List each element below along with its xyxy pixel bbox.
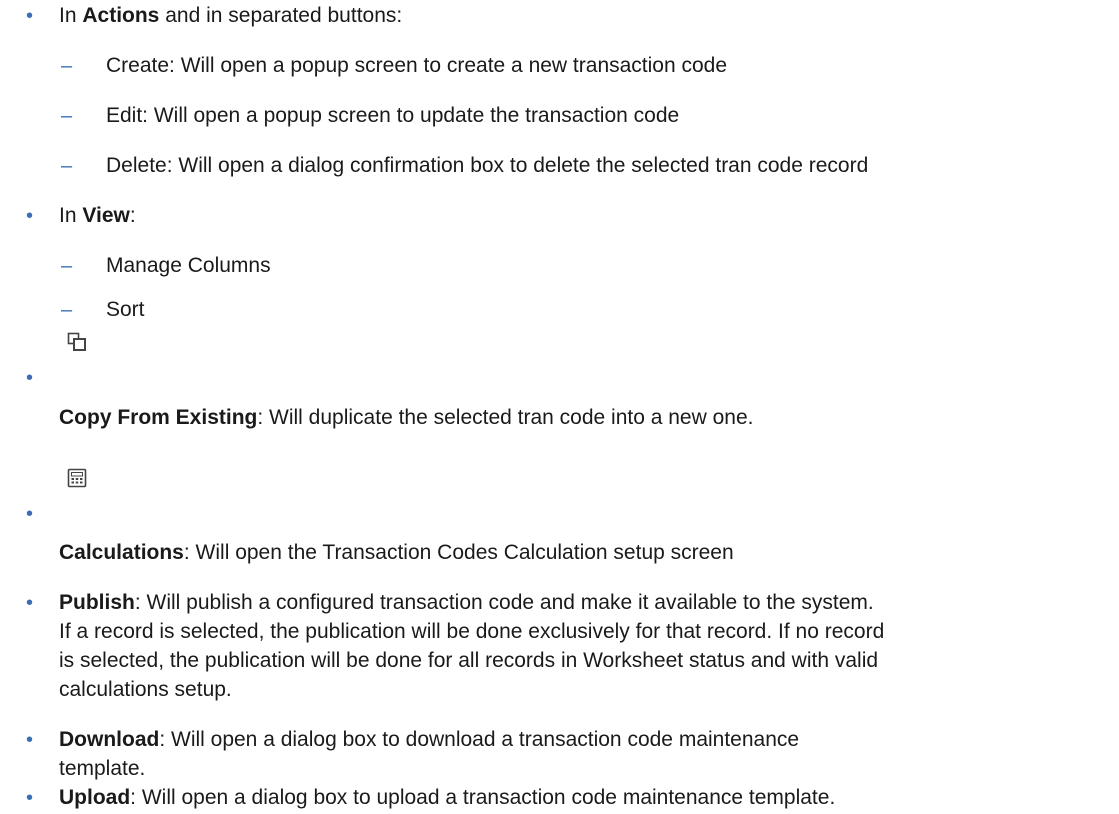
view-prefix: In: [59, 204, 83, 227]
copy-description: Copy From Existing: Will duplicate the s…: [59, 406, 753, 430]
dash-bullet: –: [61, 155, 73, 177]
create-text: Create: Will open a popup screen to crea…: [106, 54, 728, 77]
dash-bullet: –: [61, 105, 73, 127]
dash-bullet: –: [61, 55, 73, 77]
upload-text: : Will open a dialog box to upload a tra…: [130, 786, 836, 809]
calculations-label: Calculations: [59, 541, 184, 564]
manage-columns-text: Manage Columns: [106, 254, 271, 277]
bullet: •: [26, 729, 34, 751]
publish-text-line-4: calculations setup.: [59, 678, 232, 701]
dash-bullet: –: [61, 255, 73, 277]
publish-text-line-2: If a record is selected, the publication…: [59, 620, 885, 643]
edit-text: Edit: Will open a popup screen to update…: [106, 104, 680, 127]
bullet: •: [26, 503, 34, 525]
document-body: • In Actions and in separated buttons: –…: [0, 0, 1119, 814]
bullet: •: [26, 592, 34, 614]
sort-text: Sort: [106, 298, 145, 321]
download-label: Download: [59, 728, 160, 751]
calculations-description: Calculations: Will open the Transaction …: [59, 541, 734, 565]
view-suffix: :: [129, 204, 136, 227]
bullet: •: [26, 5, 34, 27]
dash-bullet: –: [61, 299, 73, 321]
view-label: View: [82, 204, 130, 227]
download-text-line-2: template.: [59, 757, 146, 780]
publish-text-line-3: is selected, the publication will be don…: [59, 649, 879, 672]
calculator-icon: [67, 468, 87, 488]
copy-text: : Will duplicate the selected tran code …: [257, 406, 754, 429]
bullet: •: [26, 787, 34, 809]
upload-label: Upload: [59, 786, 131, 809]
download-text-line-1: : Will open a dialog box to download a t…: [159, 728, 800, 751]
actions-prefix: In: [59, 4, 83, 27]
copy-icon: [67, 332, 87, 352]
delete-text: Delete: Will open a dialog confirmation …: [106, 154, 869, 177]
copy-label: Copy From Existing: [59, 406, 258, 429]
publish-text-line-1: : Will publish a configured transaction …: [134, 591, 874, 614]
calculations-text: : Will open the Transaction Codes Calcul…: [183, 541, 734, 564]
actions-label: Actions: [82, 4, 160, 27]
bullet: •: [26, 205, 34, 227]
publish-label: Publish: [59, 591, 135, 614]
actions-suffix: and in separated buttons:: [159, 4, 403, 27]
bullet: •: [26, 367, 34, 389]
